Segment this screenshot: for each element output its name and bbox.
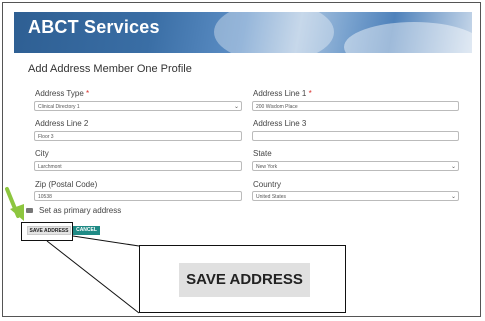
callout-connector-line: [72, 235, 140, 247]
arrow-pointer-icon: [5, 187, 24, 221]
callout-connector-line: [46, 240, 140, 314]
save-button-highlight: [21, 222, 73, 241]
callout-save-address-button: SAVE ADDRESS: [179, 263, 310, 297]
